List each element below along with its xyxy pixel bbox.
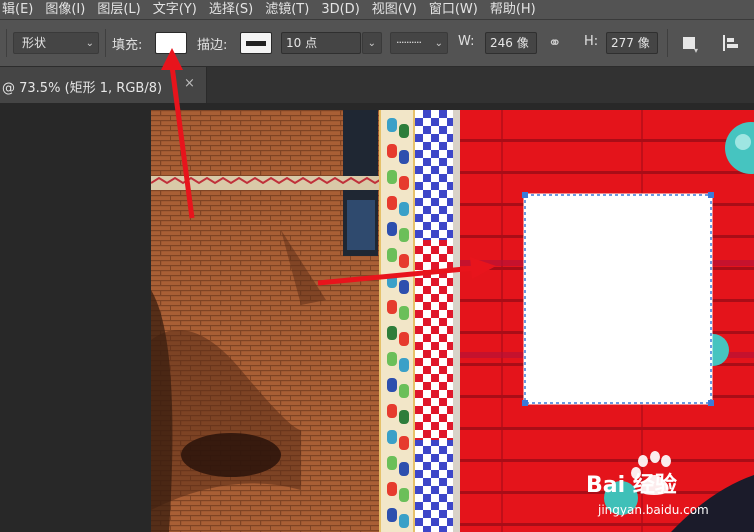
annotation-arrow: [317, 265, 476, 286]
baidu-jingyan-watermark: Bai 经验 jingyan.baidu.com: [576, 447, 746, 527]
watermark-brand: Bai 经验: [586, 473, 677, 498]
annotation-arrow: [169, 65, 195, 219]
watermark-url: jingyan.baidu.com: [598, 503, 709, 517]
